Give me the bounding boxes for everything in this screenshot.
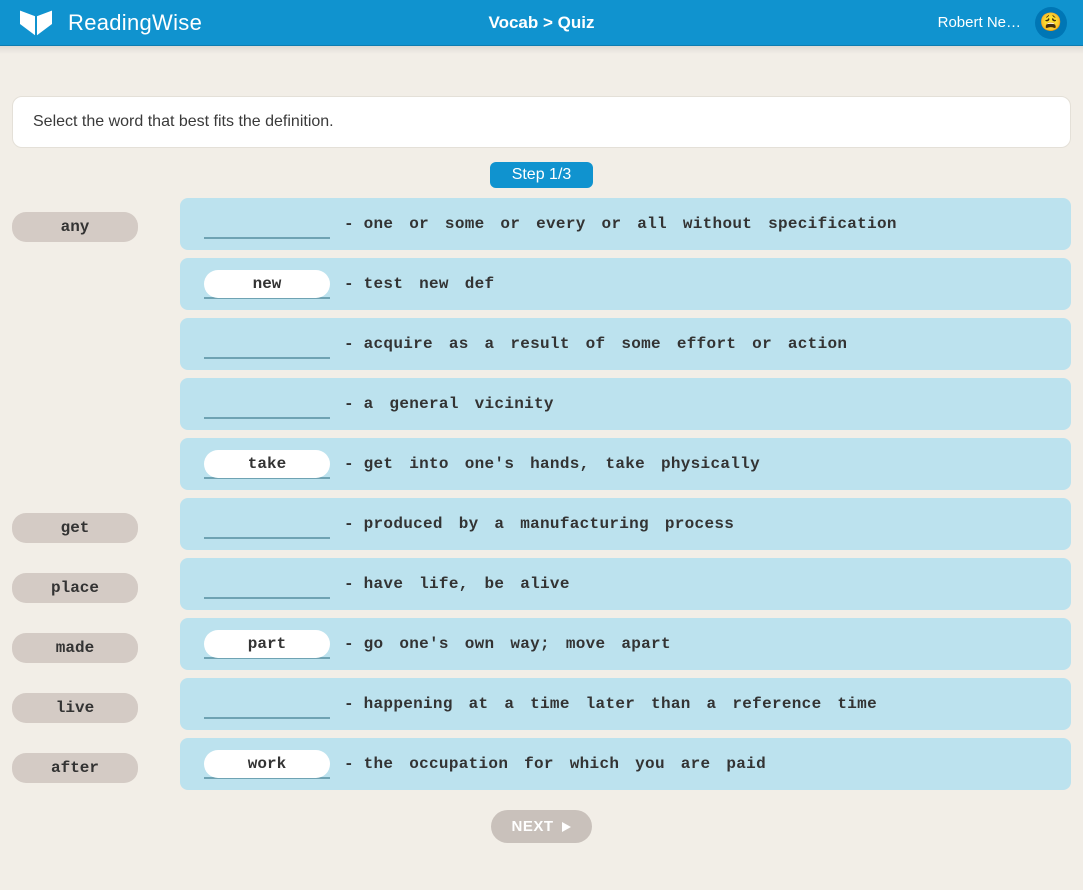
definition-row: -one or some or every or all without spe… xyxy=(180,198,1071,250)
definition-row: take-get into one's hands, take physical… xyxy=(180,438,1071,490)
logo-wrap[interactable]: ReadingWise xyxy=(16,8,202,38)
dash-separator: - xyxy=(344,215,354,233)
placed-word-chip[interactable]: new xyxy=(204,270,330,298)
drop-slot[interactable] xyxy=(204,389,330,419)
drop-slot[interactable] xyxy=(204,569,330,599)
definition-text: get into one's hands, take physically xyxy=(364,455,760,473)
source-words-column: any get place made live after xyxy=(12,198,150,792)
definition-row: -produced by a manufacturing process xyxy=(180,498,1071,550)
drop-slot[interactable]: part xyxy=(204,629,330,659)
definition-text: have life, be alive xyxy=(364,575,570,593)
definition-row: -acquire as a result of some effort or a… xyxy=(180,318,1071,370)
placed-word-chip[interactable]: take xyxy=(204,450,330,478)
avatar[interactable]: 😩 xyxy=(1035,7,1067,39)
quiz-area: anygetplacemadeliveafter -one or some or… xyxy=(12,198,1071,792)
word-chip[interactable]: live xyxy=(12,693,138,723)
definition-row: -have life, be alive xyxy=(180,558,1071,610)
definition-text: one or some or every or all without spec… xyxy=(364,215,897,233)
dash-separator: - xyxy=(344,335,354,353)
drop-slot[interactable] xyxy=(204,509,330,539)
drop-slot[interactable]: work xyxy=(204,749,330,779)
dash-separator: - xyxy=(344,515,354,533)
play-icon xyxy=(560,821,572,833)
definition-row: part-go one's own way; move apart xyxy=(180,618,1071,670)
placed-word-chip[interactable]: part xyxy=(204,630,330,658)
app-header: ReadingWise Vocab > Quiz Robert Ne… 😩 xyxy=(0,0,1083,46)
definition-row: -happening at a time later than a refere… xyxy=(180,678,1071,730)
step-chip: Step 1/3 xyxy=(490,162,594,188)
next-button-label: NEXT xyxy=(511,818,553,835)
word-chip[interactable]: after xyxy=(12,753,138,783)
definitions-column: -one or some or every or all without spe… xyxy=(180,198,1071,790)
dash-separator: - xyxy=(344,455,354,473)
next-button[interactable]: NEXT xyxy=(491,810,591,843)
book-logo-icon xyxy=(16,8,56,38)
dash-separator: - xyxy=(344,695,354,713)
header-shadow xyxy=(0,46,1083,54)
drop-slot[interactable] xyxy=(204,689,330,719)
definition-text: a general vicinity xyxy=(364,395,554,413)
dash-separator: - xyxy=(344,635,354,653)
word-chip[interactable]: get xyxy=(12,513,138,543)
word-chip[interactable]: place xyxy=(12,573,138,603)
step-chip-wrap: Step 1/3 xyxy=(12,162,1071,188)
drop-slot[interactable]: take xyxy=(204,449,330,479)
definition-row: new-test new def xyxy=(180,258,1071,310)
user-name[interactable]: Robert Ne… xyxy=(938,14,1021,31)
instruction-card: Select the word that best fits the defin… xyxy=(12,96,1071,148)
definition-text: acquire as a result of some effort or ac… xyxy=(364,335,848,353)
definition-row: -a general vicinity xyxy=(180,378,1071,430)
next-button-wrap: NEXT xyxy=(12,810,1071,843)
main-content: Select the word that best fits the defin… xyxy=(0,96,1083,863)
dash-separator: - xyxy=(344,575,354,593)
word-chip[interactable]: any xyxy=(12,212,138,242)
word-chip[interactable]: made xyxy=(12,633,138,663)
dash-separator: - xyxy=(344,755,354,773)
breadcrumb: Vocab > Quiz xyxy=(489,13,595,33)
definition-row: work-the occupation for which you are pa… xyxy=(180,738,1071,790)
definition-text: happening at a time later than a referen… xyxy=(364,695,877,713)
placed-word-chip[interactable]: work xyxy=(204,750,330,778)
drop-slot[interactable]: new xyxy=(204,269,330,299)
app-name: ReadingWise xyxy=(68,10,202,36)
definition-text: the occupation for which you are paid xyxy=(364,755,766,773)
definition-text: test new def xyxy=(364,275,495,293)
instruction-text: Select the word that best fits the defin… xyxy=(33,113,334,130)
definition-text: go one's own way; move apart xyxy=(364,635,671,653)
dash-separator: - xyxy=(344,275,354,293)
drop-slot[interactable] xyxy=(204,209,330,239)
header-right: Robert Ne… 😩 xyxy=(938,7,1067,39)
dash-separator: - xyxy=(344,395,354,413)
drop-slot[interactable] xyxy=(204,329,330,359)
definition-text: produced by a manufacturing process xyxy=(364,515,735,533)
